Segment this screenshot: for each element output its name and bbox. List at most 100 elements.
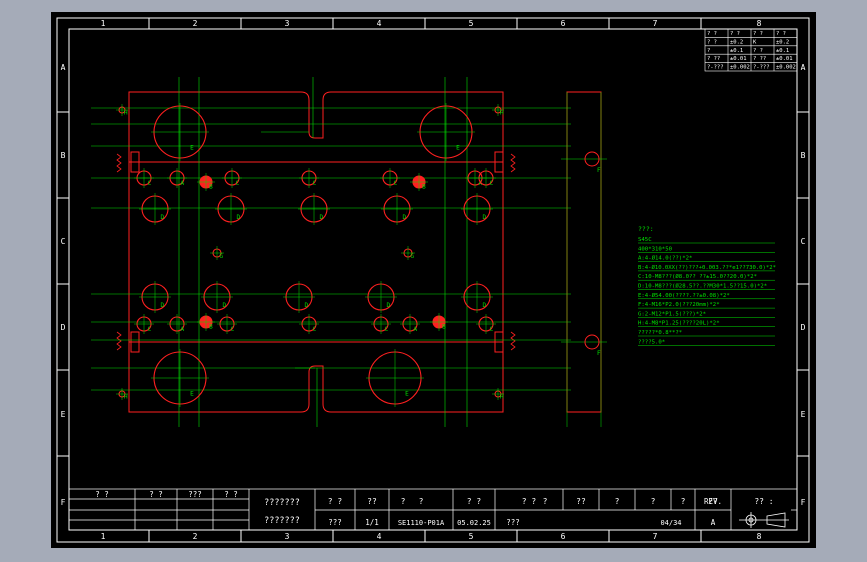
col-number: 4 xyxy=(377,532,382,541)
col-number: 3 xyxy=(285,532,290,541)
hole-label: B xyxy=(442,323,446,330)
title-row-cell: ? xyxy=(543,497,548,506)
tolerance-cell: ? ? xyxy=(730,31,740,37)
hole-label: C xyxy=(312,326,316,333)
company-line-2: ??????? xyxy=(264,516,300,526)
note-line: C:10-M8???(Ø8.0?? ??±15.0??20.0)*2* xyxy=(638,273,757,280)
hole-label: E xyxy=(456,144,460,151)
hole-label: D xyxy=(305,302,309,309)
title-row-cell: ?? xyxy=(367,497,377,506)
side-view xyxy=(561,91,607,427)
col-number: 2 xyxy=(193,532,198,541)
title-row-cell: ? xyxy=(419,497,424,506)
col-number: 1 xyxy=(101,532,106,541)
col-number: 7 xyxy=(653,19,658,28)
tolerance-cell: K xyxy=(753,39,757,45)
hole-label: H xyxy=(124,394,128,401)
hole-label: D xyxy=(161,214,165,221)
hole-label: A xyxy=(413,326,417,333)
hole-label: C xyxy=(147,326,151,333)
hole-label: E xyxy=(190,390,194,397)
tolerance-cell: ?-??? xyxy=(707,65,724,71)
col-number: 7 xyxy=(653,532,658,541)
row-letter: D xyxy=(801,323,806,332)
tolerance-cell: ±0.1 xyxy=(730,48,743,54)
hole-label: H xyxy=(124,110,128,117)
plate-outline xyxy=(128,91,504,413)
row-letter: F xyxy=(61,498,66,507)
col-number: 5 xyxy=(469,532,474,541)
title-header-cell: ??? xyxy=(188,490,202,499)
hole-label: D xyxy=(237,214,241,221)
projection-symbol-icon xyxy=(739,512,789,528)
technical-notes: ???: S45C 400*310*50 A:4-Ø14.0(??)*2* B:4-Ø1… xyxy=(638,225,776,346)
note-line: G:2-M12*P1.5(???)*2* xyxy=(638,311,706,317)
row-letter: B xyxy=(801,151,806,160)
hole-label: F xyxy=(597,167,601,174)
row-letter: D xyxy=(61,323,66,332)
note-line: D:10-M8???(Ø28.5??.??M30*1.5??15.0)*2* xyxy=(638,283,767,290)
hole-label: E xyxy=(405,390,409,397)
col-number: 1 xyxy=(101,19,106,28)
hole-label: C xyxy=(393,180,397,187)
hole-label: G xyxy=(219,253,223,260)
rev-value: A xyxy=(711,518,716,527)
hole-label: C xyxy=(384,326,388,333)
row-letter: B xyxy=(61,151,66,160)
hole-label: D xyxy=(320,214,324,221)
hole-label: C xyxy=(489,326,493,333)
col-number: 4 xyxy=(377,19,382,28)
hole-label: G xyxy=(410,253,414,260)
drawer-value: ??? xyxy=(328,518,342,527)
drawing-number: SE1110-P01A xyxy=(398,519,445,527)
drawing-sheet: 1 2 3 4 5 6 7 8 1 2 3 4 5 6 7 8 A B C D … xyxy=(51,12,816,548)
hole-label: D xyxy=(387,302,391,309)
tolerance-cell: ? ? xyxy=(753,48,763,54)
title-header-cell: ? ? xyxy=(149,490,163,499)
hole-label: C xyxy=(235,180,239,187)
title-row-cell: ? xyxy=(401,497,406,506)
note-line: A:4-Ø14.0(??)*2* xyxy=(638,255,692,262)
title-row-cell: ? xyxy=(615,497,620,506)
note-line: B:4-Ø10.0XX(??)???+0.003.??*e1??730.0)*2… xyxy=(638,264,776,271)
sheet-cell: ?? : xyxy=(754,497,773,506)
drawing-date: 05.02.25 xyxy=(457,519,491,527)
company-line-1: ??????? xyxy=(264,498,300,508)
row-letter: E xyxy=(801,410,806,419)
tolerance-cell: ±0.01 xyxy=(730,56,747,62)
hole-label: D xyxy=(223,302,227,309)
hole-label: C xyxy=(147,180,151,187)
title-block-text: ? ?? ????? ???????????????? ?????? ?? ??… xyxy=(95,490,773,527)
row-letter: C xyxy=(801,237,806,246)
tolerance-cell: ?-??? xyxy=(753,65,770,71)
row-letter: A xyxy=(801,63,806,72)
cad-drawing: 1 2 3 4 5 6 7 8 1 2 3 4 5 6 7 8 A B C D … xyxy=(56,17,810,543)
title-row-cell: ?? xyxy=(576,497,586,506)
col-number: 6 xyxy=(561,19,566,28)
note-line: H:4-M8*P1.25(????20L)*2* xyxy=(638,321,720,327)
col-number: 8 xyxy=(757,19,762,28)
tolerance-cell: ±0.01 xyxy=(776,56,793,62)
note-line: E:4-Ø54.00(????.??±0.08)*2* xyxy=(638,292,730,299)
hole-label: A xyxy=(180,180,184,187)
note-line: ?????*0.8**?* xyxy=(638,330,682,336)
note-line: 400*310*50 xyxy=(638,246,672,252)
note-line: ????5.0* xyxy=(638,339,665,345)
rev-label: REV. xyxy=(704,497,722,506)
note-line: F:4-M16*P2.0(???20mm)*2* xyxy=(638,302,720,308)
title-header-cell: ? ? xyxy=(95,490,109,499)
hole-label: F xyxy=(597,350,601,357)
col-number: 2 xyxy=(193,19,198,28)
col-number: 3 xyxy=(285,19,290,28)
row-letter: A xyxy=(61,63,66,72)
hole-label: C xyxy=(312,180,316,187)
tolerance-cell: ? xyxy=(707,48,710,54)
title-row-cell: ? ? xyxy=(467,497,482,506)
tolerance-cell: ±0.2 xyxy=(776,39,789,45)
hole-label: H xyxy=(500,394,504,401)
col-number: 8 xyxy=(757,532,762,541)
hole-label: D xyxy=(483,302,487,309)
tolerance-table-text: ? ? ? ? ? ? ? ? ? ? ±0.2 K ±0.2? ±0.1 ? ? ±0.1 ? ??… xyxy=(707,31,796,71)
material-value: ??? xyxy=(506,518,520,527)
col-number: 5 xyxy=(469,19,474,28)
